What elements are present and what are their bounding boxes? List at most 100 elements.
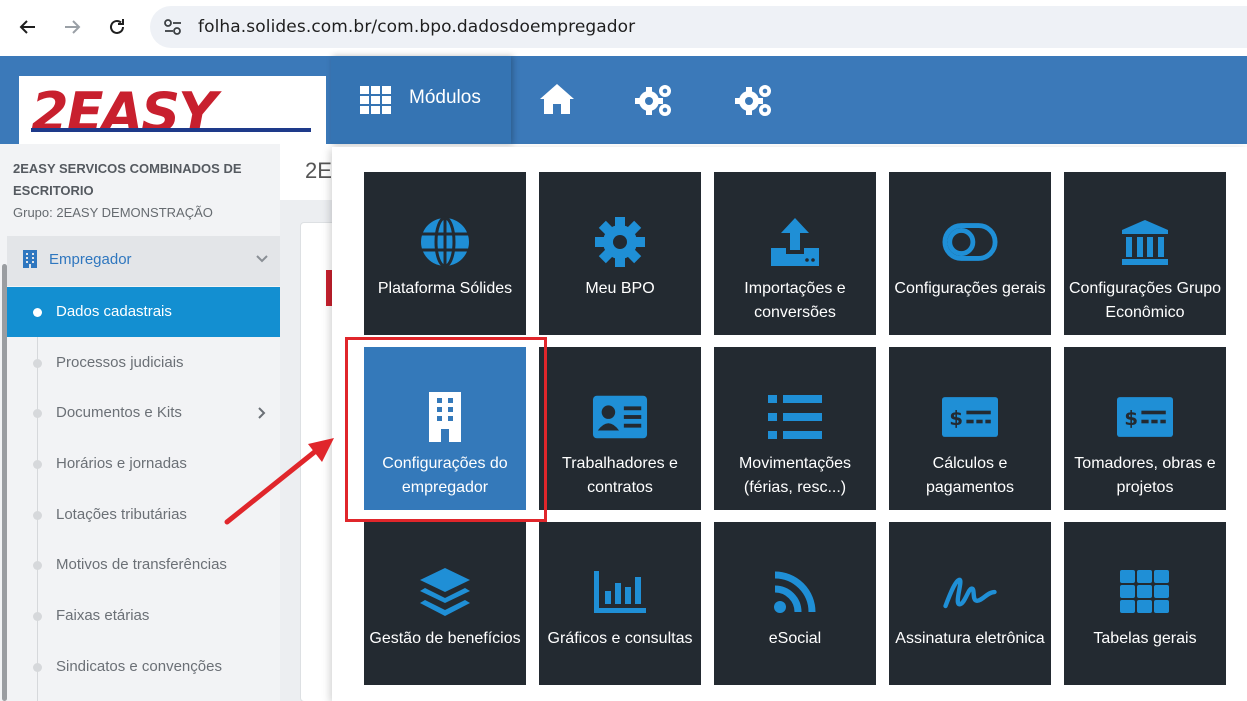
- sidebar-item-label: Dados cadastrais: [56, 303, 172, 320]
- sidebar-section-label: Empregador: [49, 251, 132, 268]
- sidebar-item-label: Sindicatos e convenções: [56, 658, 222, 675]
- sidebar-item-faixas-etarias[interactable]: Faixas etárias: [7, 591, 280, 641]
- upload-icon: [767, 214, 823, 270]
- reload-icon: [110, 19, 124, 34]
- module-tile-importacoes[interactable]: Importações e conversões: [714, 172, 876, 335]
- module-tile-esocial[interactable]: eSocial: [714, 522, 876, 685]
- site-settings-icon[interactable]: [162, 17, 184, 37]
- cogs-icon: [635, 85, 671, 116]
- cogs-icon: [735, 85, 771, 116]
- reload-button[interactable]: [102, 12, 132, 42]
- module-tile-assinatura[interactable]: Assinatura eletrônica: [889, 522, 1051, 685]
- module-tile-calculos[interactable]: $ Cálculos e pagamentos: [889, 347, 1051, 510]
- sidebar-item-label: Horários e jornadas: [56, 455, 187, 472]
- bullet-icon: [33, 663, 42, 672]
- browser-toolbar: folha.solides.com.br/com.bpo.dadosdoempr…: [0, 0, 1247, 56]
- svg-text:$: $: [949, 407, 963, 430]
- chevron-right-icon: [258, 407, 266, 419]
- id-card-icon: [592, 389, 648, 445]
- bullet-icon: [33, 460, 42, 469]
- company-name: 2EASY SERVICOS COMBINADOS DE ESCRITORIO: [13, 161, 242, 198]
- module-tile-trabalhadores[interactable]: Trabalhadores e contratos: [539, 347, 701, 510]
- module-tile-label: Meu BPO: [585, 280, 655, 297]
- module-tile-label: Gestão de benefícios: [369, 630, 521, 647]
- module-tile-label: Tomadores, obras e projetos: [1074, 455, 1216, 496]
- list-icon: [767, 389, 823, 445]
- settings-button-2[interactable]: [734, 82, 774, 118]
- logo-wordmark: 2EASY: [31, 81, 222, 144]
- home-icon: [540, 84, 574, 114]
- globe-icon: [417, 214, 473, 270]
- chevron-down-icon: [256, 255, 268, 263]
- module-tile-beneficios[interactable]: Gestão de benefícios: [364, 522, 526, 685]
- module-tile-movimentacoes[interactable]: Movimentações (férias, resc...): [714, 347, 876, 510]
- money-check-icon: $: [942, 389, 998, 445]
- bullet-icon: [33, 308, 42, 317]
- arrow-annotation-icon: [224, 438, 334, 525]
- home-button[interactable]: [538, 82, 578, 118]
- module-tile-tomadores[interactable]: $ Tomadores, obras e projetos: [1064, 347, 1226, 510]
- module-tile-grupo-economico[interactable]: Configurações Grupo Econômico: [1064, 172, 1226, 335]
- arrow-left-icon: [19, 20, 35, 34]
- module-tile-label: Gráficos e consultas: [547, 630, 693, 647]
- sidebar-item-label: Faixas etárias: [56, 607, 150, 624]
- url-text[interactable]: folha.solides.com.br/com.bpo.dadosdoempr…: [198, 17, 635, 37]
- layers-icon: [417, 564, 473, 620]
- module-tile-label: Configurações gerais: [894, 280, 1046, 297]
- bullet-icon: [33, 359, 42, 368]
- grid-icon: [360, 86, 391, 114]
- sidebar-item-dados-cadastrais[interactable]: Dados cadastrais: [7, 287, 280, 337]
- arrow-right-icon: [65, 20, 81, 34]
- sidebar: 2EASY SERVICOS COMBINADOS DE ESCRITORIO …: [0, 144, 280, 701]
- modules-label: Módulos: [409, 87, 481, 108]
- logo[interactable]: 2EASY: [19, 76, 326, 144]
- forward-button[interactable]: [57, 12, 87, 42]
- module-tile-tabelas-gerais[interactable]: Tabelas gerais: [1064, 522, 1226, 685]
- modules-button[interactable]: Módulos: [331, 56, 511, 144]
- bullet-icon: [33, 511, 42, 520]
- module-tile-label: eSocial: [768, 630, 822, 647]
- sidebar-item-processos-judiciais[interactable]: Processos judiciais: [7, 338, 280, 388]
- module-tile-configuracoes-gerais[interactable]: Configurações gerais: [889, 172, 1051, 335]
- sidebar-section-empregador[interactable]: Empregador: [7, 236, 280, 286]
- module-tile-label: Assinatura eletrônica: [895, 630, 1045, 647]
- bullet-icon: [33, 409, 42, 418]
- grid-icon: [1117, 564, 1173, 620]
- highlight-box: [345, 337, 547, 522]
- bank-icon: [1117, 214, 1173, 270]
- module-tile-label: Tabelas gerais: [1093, 630, 1197, 647]
- sidebar-item-label: Motivos de transferências: [56, 556, 227, 573]
- sidebar-item-label: Documentos e Kits: [56, 404, 182, 421]
- app-header: 2EASY Módulos: [0, 56, 1247, 144]
- module-tile-graficos[interactable]: Gráficos e consultas: [539, 522, 701, 685]
- rss-icon: [767, 564, 823, 620]
- address-bar[interactable]: folha.solides.com.br/com.bpo.dadosdoempr…: [150, 6, 1247, 48]
- sidebar-item-sindicatos-convencoes[interactable]: Sindicatos e convenções: [7, 642, 280, 692]
- page: folha.solides.com.br/com.bpo.dadosdoempr…: [0, 0, 1247, 701]
- logo-image: 2EASY: [31, 81, 311, 144]
- page-title: 2E: [305, 158, 332, 183]
- gear-icon: [592, 214, 648, 270]
- money-check-icon: $: [1117, 389, 1173, 445]
- module-tile-label: Cálculos e pagamentos: [925, 455, 1015, 496]
- company-group: Grupo: 2EASY DEMONSTRAÇÃO: [13, 205, 213, 220]
- bar-chart-icon: [592, 564, 648, 620]
- sidebar-item-label: Processos judiciais: [56, 354, 184, 371]
- sidebar-item-label: Lotações tributárias: [56, 506, 187, 523]
- module-tile-label: Plataforma Sólides: [377, 280, 513, 297]
- building-icon: [23, 250, 37, 268]
- module-tile-label: Importações e conversões: [744, 280, 846, 321]
- bullet-icon: [33, 561, 42, 570]
- module-tile-label: Trabalhadores e contratos: [562, 455, 678, 496]
- module-tile-label: Configurações Grupo Econômico: [1068, 280, 1222, 321]
- svg-text:$: $: [1124, 407, 1138, 430]
- toggle-icon: [942, 214, 998, 270]
- module-tile-meu-bpo[interactable]: Meu BPO: [539, 172, 701, 335]
- module-tile-label: Movimentações (férias, resc...): [738, 455, 852, 496]
- settings-button-1[interactable]: [634, 82, 674, 118]
- bullet-icon: [33, 612, 42, 621]
- sidebar-item-motivos-transferencias[interactable]: Motivos de transferências: [7, 540, 280, 590]
- module-tile-plataforma-solides[interactable]: Plataforma Sólides: [364, 172, 526, 335]
- signature-icon: [942, 564, 998, 620]
- back-button[interactable]: [13, 12, 43, 42]
